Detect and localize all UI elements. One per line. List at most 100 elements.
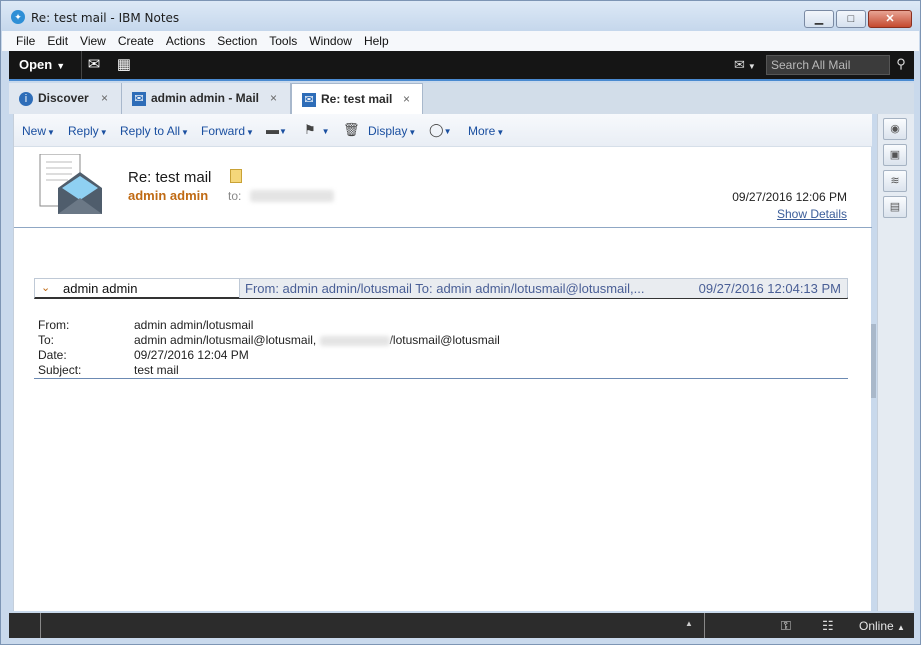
chevron-down-icon[interactable]: ⌄ — [41, 281, 50, 294]
status-segment — [41, 613, 705, 638]
splitter-handle[interactable] — [871, 324, 876, 398]
forward-label: Forward — [201, 124, 246, 138]
mail-search-scope-icon[interactable]: ✉ ▼ — [734, 57, 756, 73]
title-bar: ✦ Re: test mail - IBM Notes ▁ □ ✕ — [1, 1, 920, 31]
trash-icon[interactable]: 🗑 — [343, 122, 360, 138]
sametime-icon[interactable]: ◉ — [883, 118, 907, 140]
reply-all-button[interactable]: Reply to All▼ — [120, 124, 189, 138]
reply-all-label: Reply to All — [120, 124, 181, 138]
close-icon[interactable]: × — [101, 91, 108, 105]
menu-tools[interactable]: Tools — [263, 34, 303, 48]
new-label: New — [22, 124, 47, 138]
feed-icon[interactable]: ≋ — [883, 170, 907, 192]
status-segment — [9, 613, 41, 638]
to-label: to: — [228, 189, 242, 203]
reply-label: Reply — [68, 124, 99, 138]
message-date: 09/27/2016 12:06 PM — [732, 190, 847, 204]
headers-divider — [34, 378, 848, 379]
info-icon: i — [19, 92, 33, 106]
chevron-down-icon: ▼ — [181, 128, 189, 137]
tab-bar: i Discover × ✉ admin admin - Mail × ✉ Re… — [9, 83, 914, 114]
display-label: Display — [368, 124, 408, 138]
chevron-up-icon: ▲ — [897, 623, 905, 632]
thread-summary: From: admin admin/lotusmail To: admin ad… — [239, 279, 847, 298]
open-button-label: Open — [19, 57, 53, 72]
more-button[interactable]: More▼ — [468, 124, 504, 138]
chevron-down-icon: ▼ — [47, 128, 55, 137]
tab-mail[interactable]: ✉ admin admin - Mail × — [122, 83, 291, 114]
subject-label: Subject: — [38, 363, 82, 377]
reply-button[interactable]: Reply▼ — [68, 124, 108, 138]
show-details-link[interactable]: Show Details — [777, 207, 847, 221]
thread-row[interactable]: ⌄ admin admin From: admin admin/lotusmai… — [34, 278, 848, 299]
sender-name[interactable]: admin admin — [128, 188, 208, 203]
note-icon — [230, 169, 242, 183]
close-button[interactable]: ✕ — [868, 10, 912, 28]
forward-button[interactable]: Forward▼ — [201, 124, 254, 138]
right-sidebar: ◉ ▣ ≋ ▤ — [877, 114, 914, 611]
to-field-label: To: — [38, 333, 55, 347]
minimize-button[interactable]: ▁ — [804, 10, 834, 28]
chevron-down-icon: ▼ — [56, 61, 66, 71]
menu-bar: File Edit View Create Actions Section To… — [2, 31, 919, 51]
menu-create[interactable]: Create — [112, 34, 160, 48]
toolbar-divider — [81, 51, 82, 79]
close-icon[interactable]: × — [403, 92, 410, 106]
network-icon[interactable]: ☷ — [822, 618, 834, 634]
chat-icon[interactable]: ◯▼ — [429, 122, 451, 138]
calendar-icon[interactable]: ▦ — [113, 56, 135, 74]
menu-file[interactable]: File — [10, 34, 41, 48]
header-divider — [14, 227, 872, 228]
menu-window[interactable]: Window — [303, 34, 358, 48]
online-status[interactable]: Online ▲ — [859, 619, 905, 633]
message-envelope-icon — [39, 154, 102, 214]
flag-icon[interactable]: ⚑ ▼ — [304, 122, 330, 138]
status-bar: ▲ ⚿ ☷ Online ▲ — [9, 613, 914, 638]
mail-icon: ✉ — [132, 92, 146, 106]
mail-icon: ✉ — [302, 93, 316, 107]
close-icon[interactable]: × — [270, 91, 277, 105]
menu-edit[interactable]: Edit — [41, 34, 74, 48]
from-value: admin admin/lotusmail — [134, 318, 254, 332]
open-toolbar: Open ▼ ✉ ▦ ✉ ▼ Search All Mail ⚲ — [9, 51, 914, 81]
new-button[interactable]: New▼ — [22, 124, 55, 138]
action-bar: New▼ Reply▼ Reply to All▼ Forward▼ ▬▼ ⚑ ▼… — [14, 114, 872, 147]
key-icon[interactable]: ⚿ — [781, 618, 791, 634]
from-label: From: — [38, 318, 70, 332]
maximize-button[interactable]: □ — [836, 10, 866, 28]
calendar-day-icon[interactable]: ▤ — [883, 196, 907, 218]
recipient-redacted — [250, 190, 334, 202]
ibm-notes-icon: ✦ — [11, 10, 25, 24]
chevron-down-icon: ▼ — [246, 128, 254, 137]
display-button[interactable]: Display▼ — [368, 124, 416, 138]
thread-date: 09/27/2016 12:04:13 PM — [698, 281, 841, 296]
message-headers: From: admin admin/lotusmail To: admin ad… — [38, 318, 848, 378]
thread-summary-text: From: admin admin/lotusmail To: admin ad… — [245, 281, 645, 296]
menu-section[interactable]: Section — [211, 34, 263, 48]
open-button[interactable]: Open ▼ — [11, 51, 75, 79]
window-title: Re: test mail - IBM Notes — [31, 11, 180, 25]
menu-view[interactable]: View — [74, 34, 112, 48]
tab-label: admin admin - Mail — [151, 91, 260, 105]
thread-sender: admin admin — [63, 281, 138, 296]
message-subject: Re: test mail — [128, 169, 212, 186]
folder-icon[interactable]: ▬▼ — [266, 122, 287, 137]
search-icon[interactable]: ⚲ — [893, 56, 909, 74]
date-value: 09/27/2016 12:04 PM — [134, 348, 249, 362]
chevron-down-icon: ▼ — [496, 128, 505, 137]
more-label: More — [468, 124, 496, 138]
menu-help[interactable]: Help — [358, 34, 395, 48]
recipient-redacted — [319, 335, 390, 346]
search-input[interactable]: Search All Mail — [766, 55, 890, 75]
mail-icon[interactable]: ✉ — [83, 56, 105, 74]
to-value: admin admin/lotusmail@lotusmail, /lotusm… — [134, 333, 500, 347]
tab-discover[interactable]: i Discover × — [9, 83, 122, 114]
menu-actions[interactable]: Actions — [160, 34, 211, 48]
subject-value: test mail — [134, 363, 179, 377]
tab-re-test-mail[interactable]: ✉ Re: test mail × — [291, 83, 423, 114]
briefcase-icon[interactable]: ▣ — [883, 144, 907, 166]
date-label: Date: — [38, 348, 67, 362]
chevron-down-icon: ▼ — [99, 128, 108, 137]
app-window: ✦ Re: test mail - IBM Notes ▁ □ ✕ File E… — [0, 0, 921, 645]
tab-label: Re: test mail — [321, 92, 393, 106]
